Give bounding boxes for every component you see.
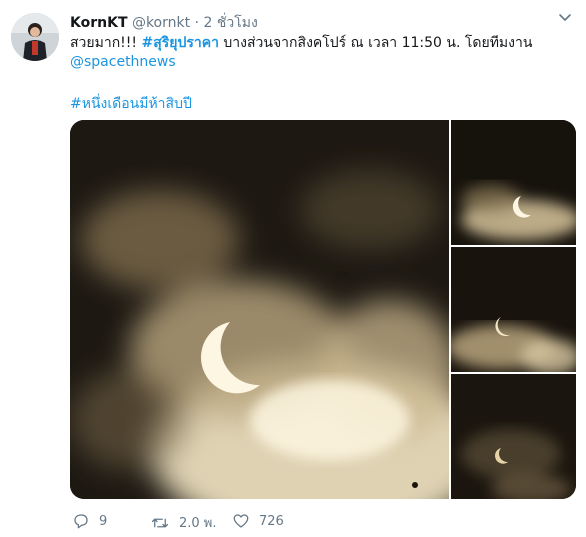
solar-eclipse-image [451,247,576,372]
hashtag-link-second[interactable]: #หนึ่งเดือนมีห้าสิบปี [70,93,192,115]
photo-3[interactable] [451,247,576,372]
chevron-down-icon[interactable] [558,13,572,23]
tweet-header: KornKT @kornkt · 2 ชั่วโมง [70,12,258,34]
tweet-text-rest: บางส่วนจากสิงคโปร์ ณ เวลา 11:50 น. โดยที… [218,35,533,51]
reply-icon [74,514,88,529]
solar-eclipse-image [451,120,576,245]
photo-2[interactable] [451,120,576,245]
heart-icon [233,514,249,528]
solar-eclipse-image [451,374,576,499]
tweet-time[interactable]: 2 ชั่วโมง [203,15,257,31]
solar-eclipse-image [70,120,449,499]
separator-dot: · [194,15,200,31]
retweet-icon [151,518,169,527]
retweet-count: 2.0 พ. [179,516,217,531]
retweet-button[interactable]: 2.0 พ. [150,512,217,533]
media-grid [70,120,576,499]
photo-main[interactable] [70,120,449,499]
hashtag-link-main[interactable]: #สุริยุปราคา [141,35,219,51]
photo-4[interactable] [451,374,576,499]
author-name[interactable]: KornKT [70,15,128,31]
mention-link[interactable]: @spacethnews [70,54,176,70]
avatar[interactable] [11,13,59,61]
author-handle[interactable]: @kornkt [132,15,190,31]
tweet-text: สวยมาก!!! #สุริยุปราคา บางส่วนจากสิงคโปร… [70,34,570,72]
avatar-image [11,13,59,61]
reply-count: 9 [99,513,108,529]
tweet-text-prefix: สวยมาก!!! [70,35,142,51]
reply-button[interactable]: 9 [72,512,107,530]
like-count: 726 [259,513,284,529]
like-button[interactable]: 726 [232,512,284,530]
